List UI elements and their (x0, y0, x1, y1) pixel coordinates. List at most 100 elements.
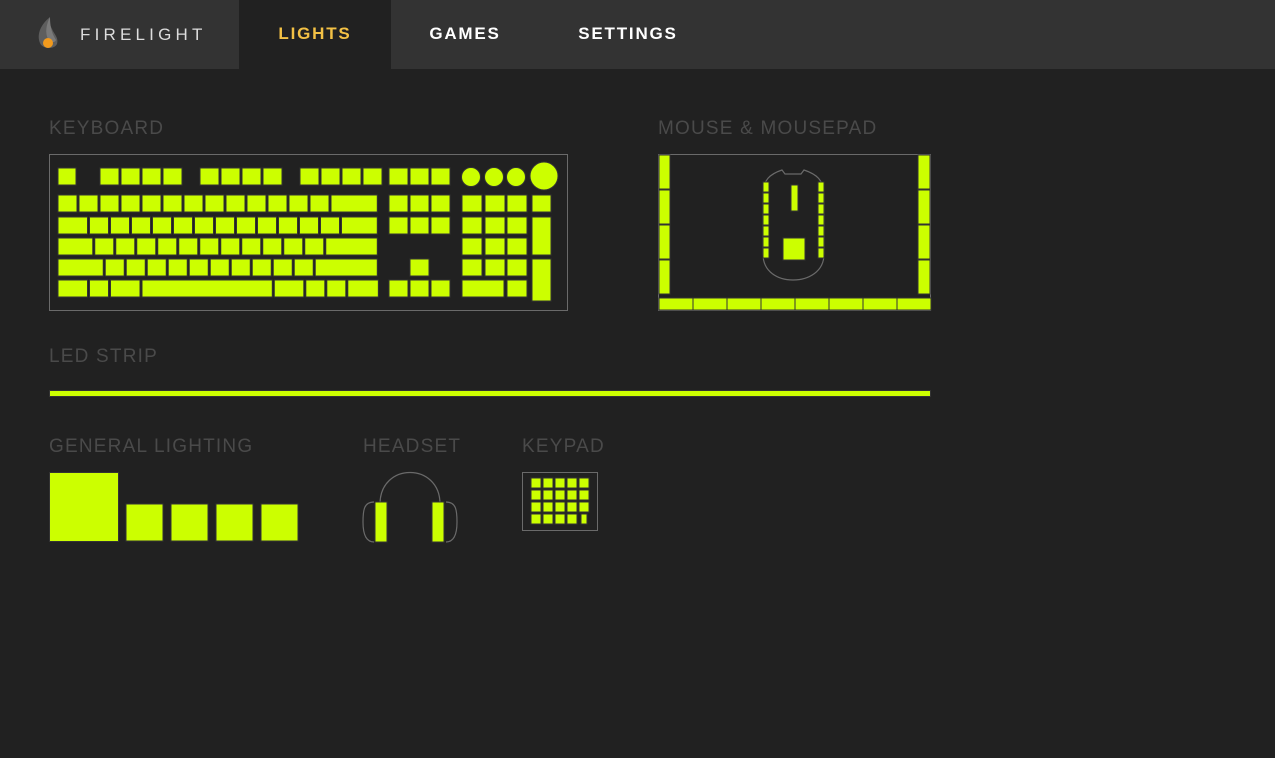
key-led[interactable] (162, 167, 183, 186)
key-led[interactable] (531, 216, 552, 256)
tab-lights[interactable]: LIGHTS (239, 0, 391, 69)
key-led[interactable] (461, 258, 483, 277)
key-led[interactable] (246, 194, 267, 213)
mousepad-led[interactable] (658, 154, 671, 190)
key-led[interactable] (120, 194, 141, 213)
key-led[interactable] (304, 237, 325, 256)
key-led[interactable] (388, 194, 409, 213)
key-led[interactable] (484, 216, 506, 235)
key-led[interactable] (209, 258, 230, 277)
key-led[interactable] (272, 258, 293, 277)
key-led[interactable] (199, 237, 220, 256)
key-led[interactable] (299, 216, 319, 235)
key-led[interactable] (430, 194, 451, 213)
tab-games[interactable]: GAMES (391, 0, 539, 69)
key-led[interactable] (157, 237, 178, 256)
general-lighting-zone[interactable] (170, 503, 209, 542)
keypad-key-led[interactable] (542, 489, 554, 501)
key-led[interactable] (183, 194, 204, 213)
key-led[interactable] (236, 216, 256, 235)
key-led[interactable] (320, 167, 341, 186)
keypad-key-led[interactable] (578, 489, 590, 501)
key-led[interactable] (305, 279, 326, 298)
key-led[interactable] (110, 279, 141, 298)
mouse-side-led[interactable] (817, 203, 825, 215)
keypad-key-led[interactable] (542, 477, 554, 489)
key-led[interactable] (57, 237, 94, 256)
key-led[interactable] (188, 258, 209, 277)
key-led[interactable] (273, 279, 305, 298)
key-led[interactable] (257, 216, 277, 235)
key-led[interactable] (409, 258, 430, 277)
led-strip-bar[interactable] (49, 390, 931, 397)
key-led[interactable] (141, 167, 162, 186)
key-led[interactable] (325, 237, 378, 256)
keypad-key-led[interactable] (530, 489, 542, 501)
key-led[interactable] (162, 194, 183, 213)
key-led[interactable] (199, 167, 220, 186)
key-led[interactable] (173, 216, 193, 235)
key-led[interactable] (288, 194, 309, 213)
key-led[interactable] (330, 194, 378, 213)
keypad-key-led[interactable] (554, 489, 566, 501)
key-led[interactable] (115, 237, 136, 256)
keypad-key-led[interactable] (578, 501, 590, 513)
key-led[interactable] (461, 279, 505, 298)
key-led[interactable] (506, 216, 528, 235)
keypad-key-led[interactable] (580, 513, 588, 525)
headset-left-led[interactable] (374, 501, 388, 543)
keypad-key-led[interactable] (554, 513, 566, 525)
key-led[interactable] (89, 279, 109, 298)
key-led[interactable] (461, 194, 483, 213)
key-led[interactable] (430, 279, 451, 298)
mouse-side-led[interactable] (762, 214, 770, 226)
key-led[interactable] (204, 194, 225, 213)
key-led[interactable] (506, 237, 528, 256)
key-led[interactable] (506, 194, 528, 213)
key-led[interactable] (57, 258, 104, 277)
media-button-led[interactable] (484, 167, 504, 187)
keypad-key-led[interactable] (530, 513, 542, 525)
key-led[interactable] (531, 194, 552, 213)
key-led[interactable] (241, 237, 262, 256)
keypad-key-led[interactable] (530, 477, 542, 489)
key-led[interactable] (430, 167, 451, 186)
key-led[interactable] (299, 167, 320, 186)
mousepad-led[interactable] (658, 224, 671, 260)
key-led[interactable] (215, 216, 235, 235)
mouse-wheel-led[interactable] (790, 184, 799, 212)
keypad-key-led[interactable] (554, 501, 566, 513)
key-led[interactable] (94, 237, 115, 256)
keypad-key-led[interactable] (578, 477, 590, 489)
mousepad-led[interactable] (794, 297, 830, 311)
mousepad-led[interactable] (917, 154, 931, 190)
mousepad-led[interactable] (828, 297, 864, 311)
mouse-side-led[interactable] (762, 225, 770, 237)
mousepad-led[interactable] (917, 224, 931, 260)
key-led[interactable] (409, 216, 430, 235)
key-led[interactable] (104, 258, 125, 277)
mouse-side-led[interactable] (762, 192, 770, 204)
mousepad-led[interactable] (726, 297, 762, 311)
mousepad-led[interactable] (658, 297, 694, 311)
mouse-side-led[interactable] (762, 181, 770, 193)
key-led[interactable] (194, 216, 214, 235)
mouse-side-led[interactable] (762, 203, 770, 215)
tab-settings[interactable]: SETTINGS (539, 0, 717, 69)
headset-right-led[interactable] (431, 501, 445, 543)
key-led[interactable] (314, 258, 378, 277)
key-led[interactable] (278, 216, 298, 235)
mouse-side-led[interactable] (817, 181, 825, 193)
general-lighting-zone[interactable] (49, 472, 119, 542)
mousepad-led[interactable] (917, 189, 931, 225)
general-lighting-zone[interactable] (215, 503, 254, 542)
key-led[interactable] (78, 194, 99, 213)
general-lighting-zone[interactable] (125, 503, 164, 542)
media-button-led[interactable] (461, 167, 481, 187)
general-lighting-zone[interactable] (260, 503, 299, 542)
key-led[interactable] (167, 258, 188, 277)
mousepad-led[interactable] (917, 259, 931, 295)
keypad-key-led[interactable] (542, 501, 554, 513)
keypad-key-led[interactable] (566, 501, 578, 513)
key-led[interactable] (220, 167, 241, 186)
